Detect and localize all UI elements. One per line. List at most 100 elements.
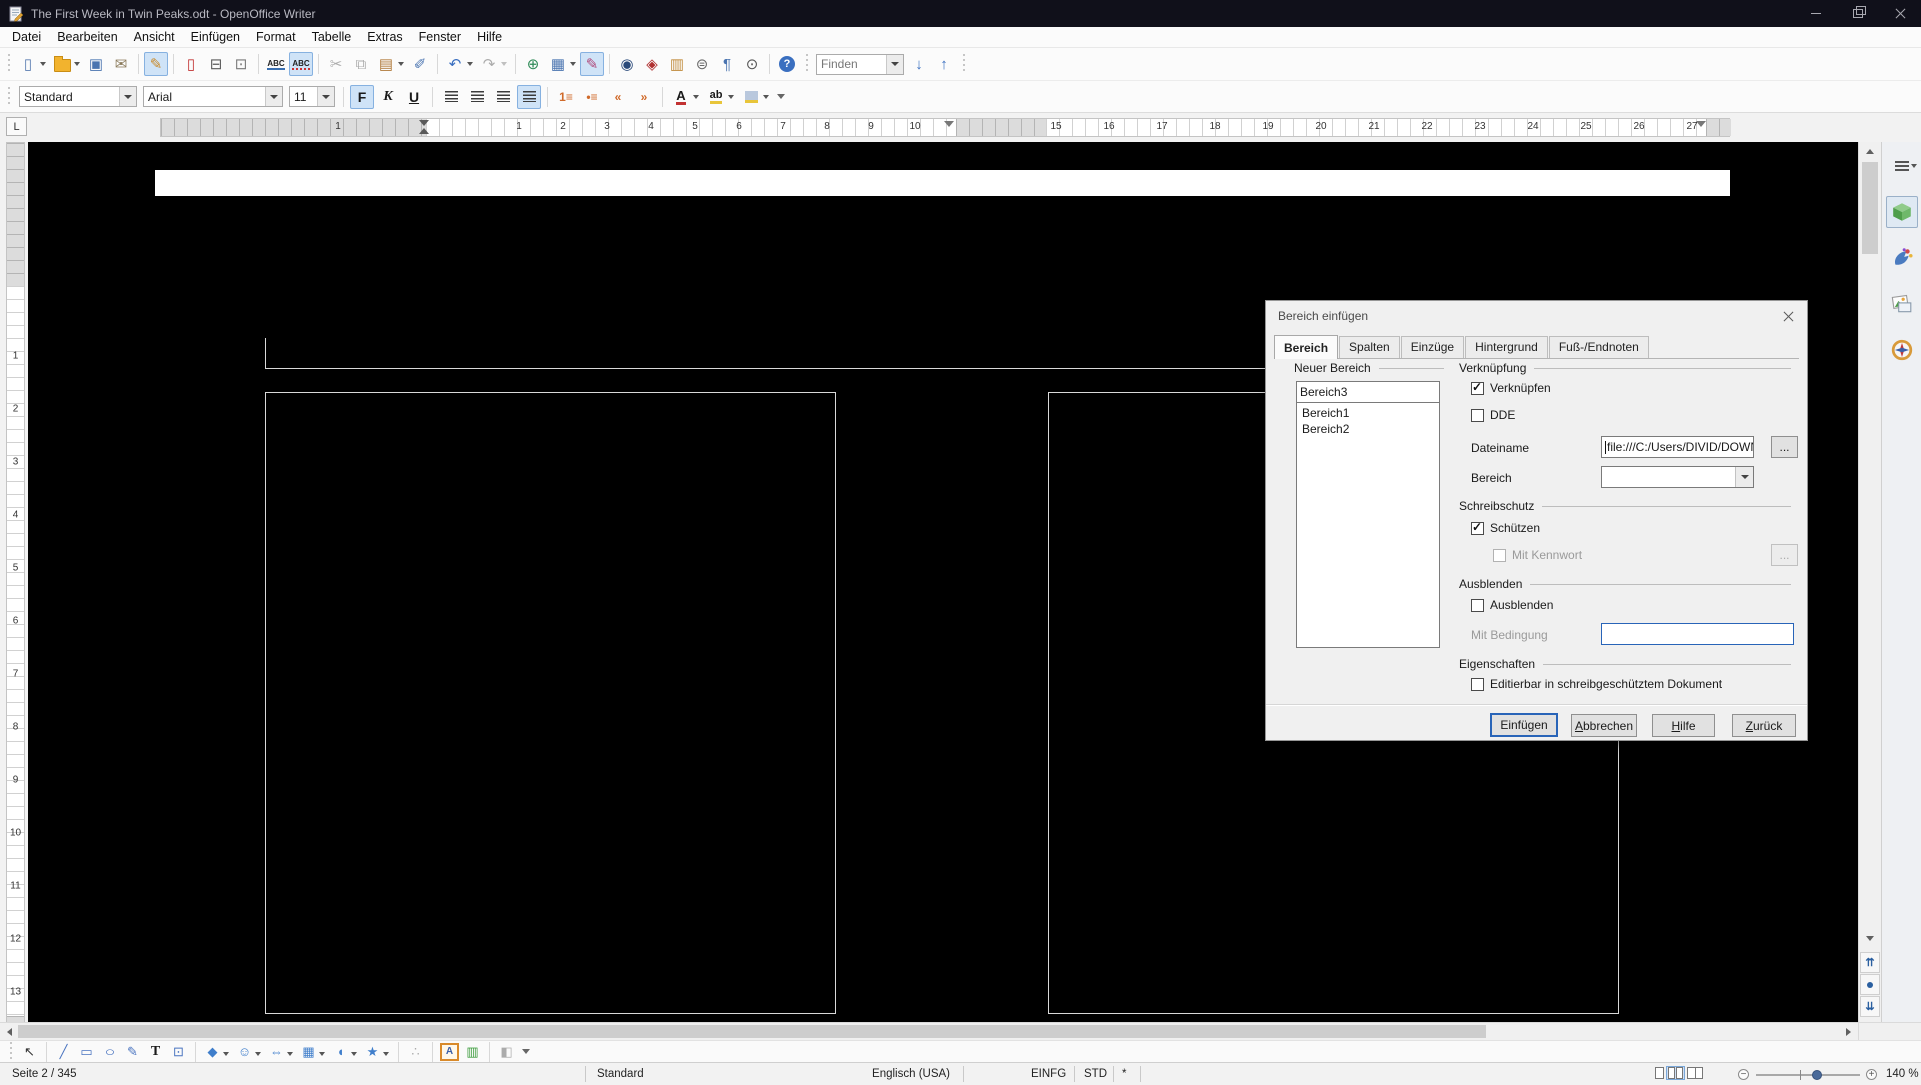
- gallery-button[interactable]: ▥: [665, 52, 689, 76]
- font-color-button[interactable]: A: [669, 85, 693, 109]
- section-name-input[interactable]: Bereich3: [1296, 381, 1440, 403]
- flowchart-button[interactable]: ▦: [298, 1042, 319, 1061]
- margin-marker[interactable]: [1696, 121, 1706, 127]
- background-color-button[interactable]: [739, 85, 763, 109]
- italic-button[interactable]: K: [376, 85, 400, 109]
- horizontal-ruler[interactable]: 11234567891015161718192021222324252627: [160, 118, 1730, 137]
- highlighting-button[interactable]: ab: [704, 85, 728, 109]
- view-single-page-button[interactable]: [1655, 1067, 1664, 1079]
- save-button[interactable]: ▣: [84, 52, 108, 76]
- toolbar-grip[interactable]: [803, 54, 810, 74]
- scroll-up-button[interactable]: [1859, 143, 1881, 160]
- redo-dropdown-icon[interactable]: [501, 62, 507, 66]
- dialog-close-button[interactable]: [1775, 306, 1801, 326]
- editierbar-checkbox[interactable]: Editierbar in schreibgeschütztem Dokumen…: [1471, 677, 1722, 691]
- margin-marker[interactable]: [944, 121, 954, 127]
- nonprinting-characters-button[interactable]: ¶: [715, 52, 739, 76]
- previous-page-button[interactable]: ⇈: [1860, 952, 1880, 973]
- ausblenden-checkbox[interactable]: Ausblenden: [1471, 598, 1553, 612]
- dialog-tab-einz-ge[interactable]: Einzüge: [1401, 336, 1464, 358]
- text-frame-left[interactable]: [265, 392, 836, 1014]
- autospellcheck-button[interactable]: ABC: [289, 52, 313, 76]
- table-dropdown-icon[interactable]: [570, 62, 576, 66]
- highlighting-dropdown-icon[interactable]: [728, 95, 734, 99]
- sidebar-navigator-icon[interactable]: [1886, 334, 1918, 366]
- align-left-button[interactable]: [439, 85, 463, 109]
- text-box-button[interactable]: T: [145, 1042, 166, 1061]
- indent-marker[interactable]: [419, 120, 429, 126]
- paragraph-style-combo[interactable]: Standard: [19, 86, 137, 107]
- navigation-button[interactable]: [1860, 974, 1880, 995]
- menu-einf-gen[interactable]: Einfügen: [183, 28, 248, 46]
- sidebar-styles-icon[interactable]: [1886, 242, 1918, 274]
- bullet-list-button[interactable]: •≡: [580, 85, 604, 109]
- zoom-in-button[interactable]: +: [1866, 1069, 1877, 1080]
- picture-from-file-button[interactable]: ▥: [462, 1042, 483, 1061]
- bold-button[interactable]: F: [350, 85, 374, 109]
- einfuegen-button[interactable]: Einfügen: [1490, 713, 1558, 737]
- menu-extras[interactable]: Extras: [359, 28, 410, 46]
- decrease-indent-button[interactable]: «: [606, 85, 630, 109]
- toolbar-overflow-button[interactable]: [774, 87, 788, 107]
- horizontal-scrollbar[interactable]: [0, 1022, 1858, 1040]
- dialog-tab-bereich[interactable]: Bereich: [1274, 335, 1338, 359]
- dropdown-button[interactable]: [317, 87, 334, 106]
- callouts-dropdown-icon[interactable]: [351, 1052, 357, 1056]
- data-sources-button[interactable]: ⊜: [690, 52, 714, 76]
- bereich-combo[interactable]: [1601, 466, 1754, 488]
- section-list[interactable]: Bereich1Bereich2: [1296, 402, 1440, 648]
- dialog-tab-hintergrund[interactable]: Hintergrund: [1465, 336, 1548, 358]
- scroll-left-button[interactable]: [0, 1023, 18, 1040]
- edit-file-button[interactable]: ✎: [144, 52, 168, 76]
- navigator-button[interactable]: ◈: [640, 52, 664, 76]
- stars-dropdown-icon[interactable]: [383, 1052, 389, 1056]
- basic-shapes-button[interactable]: ◆: [202, 1042, 223, 1061]
- dropdown-button[interactable]: [886, 55, 903, 74]
- open-document-dropdown-icon[interactable]: [74, 62, 80, 66]
- find-next-button[interactable]: ↓: [907, 52, 931, 76]
- block-arrows-button[interactable]: ⇔: [266, 1042, 287, 1061]
- page-preview-button[interactable]: ⊡: [229, 52, 253, 76]
- symbol-shapes-dropdown-icon[interactable]: [255, 1052, 261, 1056]
- dateiname-browse-button[interactable]: ...: [1771, 436, 1798, 458]
- toolbar-grip[interactable]: [7, 1042, 14, 1062]
- minimize-button[interactable]: [1795, 0, 1837, 27]
- scroll-down-button[interactable]: [1859, 930, 1881, 947]
- format-paintbrush-button[interactable]: ✐: [408, 52, 432, 76]
- zoom-slider-track[interactable]: [1756, 1074, 1860, 1076]
- sidebar-properties-icon[interactable]: [1886, 196, 1918, 228]
- schuetzen-checkbox[interactable]: Schützen: [1471, 521, 1540, 535]
- font-color-dropdown-icon[interactable]: [693, 95, 699, 99]
- dropdown-button[interactable]: [119, 87, 136, 106]
- select-button[interactable]: ↖: [19, 1042, 40, 1061]
- callouts-button[interactable]: ◖: [330, 1042, 351, 1061]
- menu-format[interactable]: Format: [248, 28, 304, 46]
- restore-button[interactable]: [1837, 0, 1879, 27]
- menu-ansicht[interactable]: Ansicht: [126, 28, 183, 46]
- undo-dropdown-icon[interactable]: [467, 62, 473, 66]
- toolbar-grip[interactable]: [5, 54, 12, 74]
- draw-functions-button[interactable]: ✎: [580, 52, 604, 76]
- find-previous-button[interactable]: ↑: [932, 52, 956, 76]
- section-list-item[interactable]: Bereich2: [1297, 421, 1439, 437]
- sidebar-gallery-icon[interactable]: [1886, 288, 1918, 320]
- abbrechen-button[interactable]: Abbrechen: [1571, 714, 1637, 737]
- justify-button[interactable]: [517, 85, 541, 109]
- rectangle-button[interactable]: ▭: [76, 1042, 97, 1061]
- section-list-item[interactable]: Bereich1: [1297, 405, 1439, 421]
- stars-button[interactable]: ★: [362, 1042, 383, 1061]
- next-page-button[interactable]: ⇊: [1860, 996, 1880, 1017]
- close-button[interactable]: [1879, 0, 1921, 27]
- hilfe-button[interactable]: Hilfe: [1652, 714, 1715, 737]
- freeform-line-button[interactable]: ✎: [122, 1042, 143, 1061]
- vertical-scrollbar[interactable]: ⇈ ⇊: [1858, 142, 1881, 1022]
- ellipse-button[interactable]: ○: [99, 1042, 120, 1061]
- menu-fenster[interactable]: Fenster: [411, 28, 469, 46]
- status-insert-mode[interactable]: EINFG: [1031, 1063, 1066, 1085]
- fontwork-gallery-button[interactable]: A: [439, 1042, 460, 1061]
- dialog-title-bar[interactable]: Bereich einfügen: [1266, 301, 1807, 331]
- tab-stop-selector[interactable]: L: [6, 117, 27, 136]
- menu-hilfe[interactable]: Hilfe: [469, 28, 510, 46]
- zoom-slider-thumb[interactable]: [1812, 1070, 1822, 1080]
- menu-datei[interactable]: Datei: [4, 28, 49, 46]
